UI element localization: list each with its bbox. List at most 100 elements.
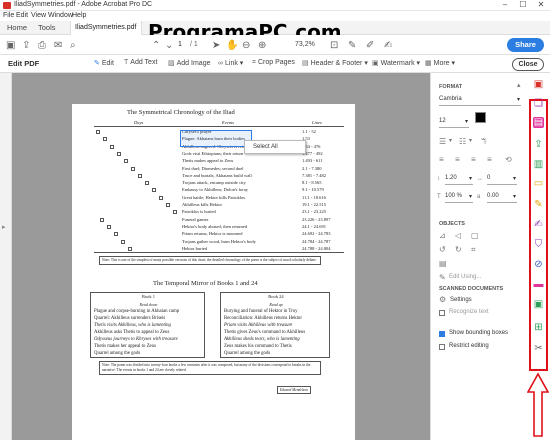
print-production-icon[interactable]: ▬ — [533, 279, 544, 290]
justify-icon[interactable]: ≡ — [487, 155, 492, 164]
scale-icon: T — [437, 194, 441, 200]
pdf-page[interactable]: The Symmetrical Chronology of the Iliad … — [72, 104, 355, 440]
close-window-button[interactable]: ✕ — [532, 0, 550, 9]
edit-tool-button[interactable]: ✎ Edit — [94, 59, 114, 67]
protect-icon[interactable]: ⛉ — [533, 239, 544, 250]
organize-pages-icon[interactable]: ▥ — [533, 159, 544, 170]
event-lines: 8.1 - 8.565 — [302, 180, 322, 186]
print-icon[interactable]: ⎙ — [38, 40, 46, 51]
flip-vertical-icon[interactable]: ⊿ — [439, 231, 446, 240]
highlight-icon[interactable]: ✐ — [366, 40, 374, 51]
close-label: Close — [518, 61, 538, 68]
font-size-select[interactable]: 12 ▾ — [439, 117, 469, 128]
tab-home[interactable]: Home — [7, 23, 27, 32]
char-spacing-value: 0 — [487, 175, 491, 181]
comment-toolbar-icon[interactable]: ✎ — [348, 40, 356, 51]
menu-help[interactable]: Help — [72, 12, 86, 19]
restrict-editing-checkbox[interactable] — [439, 344, 445, 350]
collapse-icon[interactable]: ▴ — [517, 81, 521, 89]
event-row: Trojans gather wood, burn Hektor's body — [182, 238, 256, 244]
redact-icon[interactable]: ⊘ — [533, 259, 544, 270]
align-left-icon[interactable]: ≡ — [439, 155, 444, 164]
edit-pdf-icon[interactable]: ▤ — [533, 117, 544, 128]
customize-tools-icon[interactable]: ✂ — [533, 343, 544, 354]
menu-window[interactable]: Window — [48, 12, 73, 19]
tab-document[interactable]: IliadSymmetries.pdf — [70, 21, 142, 35]
menu-file[interactable]: File — [3, 12, 14, 19]
menu-view[interactable]: View — [31, 12, 46, 19]
settings-label[interactable]: Settings — [450, 297, 472, 303]
select-cursor-icon[interactable]: ➤ — [212, 40, 220, 51]
more-tools-green-icon[interactable]: ▣ — [533, 299, 544, 310]
zoom-level[interactable]: 73,2% — [295, 41, 315, 48]
event-row: Great battle; Hektor kills Patroklos — [182, 194, 245, 200]
link-button[interactable]: ∞ Link ▾ — [218, 59, 243, 67]
bulleted-list-icon[interactable]: ☰ — [439, 137, 446, 146]
line-spacing-select[interactable]: 1.20 ▾ — [445, 174, 473, 185]
zoom-out-icon[interactable]: ⊖ — [242, 40, 250, 51]
show-bounding-boxes-checkbox[interactable] — [439, 331, 445, 337]
close-edit-button[interactable]: Close — [512, 58, 544, 71]
create-pdf-icon[interactable]: ▣ — [533, 79, 544, 90]
fill-sign-icon[interactable]: ✎ — [533, 199, 544, 210]
book24-item: Zeus makes his command to Thetis — [224, 344, 292, 349]
minimize-button[interactable]: – — [496, 0, 514, 9]
export-pdf-icon[interactable]: ⇪ — [533, 139, 544, 150]
menu-edit[interactable]: Edit — [16, 12, 28, 19]
replace-image-icon[interactable]: ▤ — [439, 259, 447, 268]
numbered-dropdown-icon[interactable]: ▾ — [469, 137, 472, 144]
event-lines: 1.493 - 611 — [302, 158, 323, 164]
measure-icon[interactable]: ⊞ — [533, 322, 544, 333]
bold-icon[interactable]: ꕐ — [481, 137, 487, 147]
recognize-text-checkbox[interactable] — [439, 310, 445, 316]
watermark-icon: ▣ — [372, 60, 379, 67]
font-color-swatch[interactable] — [475, 112, 486, 123]
settings-gear-icon[interactable]: ⚙ — [439, 295, 446, 304]
upload-icon[interactable]: ⇪ — [22, 40, 30, 51]
watermark-button[interactable]: ▣ Watermark ▾ — [372, 59, 420, 67]
book24-item: Priam visits Akhilleus with treasure — [224, 323, 293, 328]
add-text-button[interactable]: T Add Text — [124, 59, 157, 66]
crop-object-icon[interactable]: ⌗ — [471, 245, 476, 255]
mail-icon[interactable]: ✉ — [54, 40, 62, 51]
table-bottom-rule — [94, 252, 344, 253]
fit-page-icon[interactable]: ⊡ — [330, 40, 338, 51]
sign-icon[interactable]: ✍ — [384, 40, 392, 51]
arrange-icon[interactable]: ▢ — [471, 231, 479, 240]
maximize-button[interactable]: ☐ — [514, 0, 532, 9]
list-dropdown-icon[interactable]: ▾ — [449, 137, 452, 144]
numbered-list-icon[interactable]: ☷ — [459, 137, 466, 146]
search-icon[interactable]: ⌕ — [70, 40, 76, 51]
page-up-icon[interactable]: ⌃ — [152, 40, 160, 51]
page-number-input[interactable]: 1 — [178, 41, 182, 48]
add-image-button[interactable]: ▨ Add Image — [168, 59, 210, 67]
tab-tools[interactable]: Tools — [38, 23, 56, 32]
rotate-left-icon[interactable]: ↺ — [439, 245, 446, 254]
save-icon[interactable]: ▣ — [6, 40, 15, 51]
context-menu[interactable]: Select All — [244, 140, 306, 154]
scale-select[interactable]: 100 % ▾ — [445, 192, 473, 203]
hand-tool-icon[interactable]: ✋ — [226, 40, 238, 51]
header-footer-button[interactable]: ▤ Header & Footer ▾ — [302, 59, 368, 67]
baseline-select[interactable]: 0.00 ▾ — [487, 192, 517, 203]
crop-pages-button[interactable]: ⌗ Crop Pages — [252, 59, 295, 67]
edit-using-label[interactable]: Edit Using... — [449, 274, 481, 280]
zoom-in-icon[interactable]: ⊕ — [258, 40, 266, 51]
font-family-select[interactable]: Cambria ▾ — [439, 95, 521, 106]
flip-horizontal-icon[interactable]: ◁ — [455, 231, 461, 240]
char-spacing-select[interactable]: 0 ▾ — [487, 174, 517, 185]
select-all-item[interactable]: Select All — [253, 144, 278, 150]
send-for-signature-icon[interactable]: ✍ — [533, 219, 544, 230]
share-button[interactable]: Share — [507, 38, 544, 52]
combine-files-icon[interactable]: ❏ — [533, 98, 544, 109]
expand-pane-icon[interactable]: ▸ — [2, 223, 6, 231]
more-button[interactable]: ▦ More ▾ — [425, 59, 455, 67]
rotate-right-icon[interactable]: ↻ — [455, 245, 462, 254]
align-center-icon[interactable]: ≡ — [455, 155, 460, 164]
align-right-icon[interactable]: ≡ — [471, 155, 476, 164]
edit-using-icon: ✎ — [439, 273, 446, 282]
rotate-icon[interactable]: ⟲ — [505, 155, 512, 164]
comment-icon[interactable]: ▭ — [533, 178, 544, 189]
page-down-icon[interactable]: ⌄ — [165, 40, 173, 51]
text-selection-box[interactable] — [180, 130, 252, 147]
